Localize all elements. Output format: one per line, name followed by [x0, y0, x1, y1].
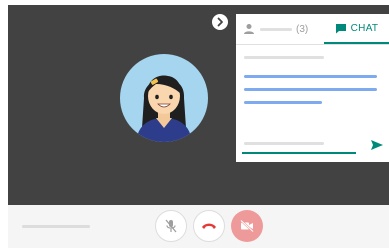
camera-toggle-button[interactable] — [231, 210, 263, 242]
message-sender-line — [244, 56, 324, 59]
chat-input-row — [236, 130, 389, 162]
chat-panel: (3) CHAT — [236, 14, 389, 162]
people-label-placeholder — [260, 28, 292, 31]
mic-off-icon — [165, 219, 177, 233]
chat-tab-label: CHAT — [350, 22, 379, 34]
send-icon[interactable] — [370, 139, 384, 151]
chat-input-placeholder — [244, 142, 324, 145]
people-count: (3) — [296, 24, 309, 35]
message-line — [244, 88, 377, 91]
tab-chat[interactable]: CHAT — [324, 14, 389, 44]
woman-avatar-icon — [136, 75, 192, 142]
message-line — [244, 101, 322, 104]
message-line — [244, 75, 377, 78]
phone-hangup-icon — [202, 223, 216, 229]
panel-tabs: (3) CHAT — [236, 14, 389, 45]
tab-people[interactable]: (3) — [236, 14, 322, 44]
chevron-right-icon — [217, 17, 223, 27]
chat-input-field[interactable] — [242, 152, 356, 154]
chat-bubble-icon — [335, 23, 346, 33]
hang-up-button[interactable] — [193, 210, 225, 242]
person-icon — [244, 24, 254, 34]
collapse-panel-button[interactable] — [212, 14, 228, 30]
call-controls-bar — [8, 205, 389, 248]
meeting-name-placeholder — [22, 225, 90, 228]
participant-avatar — [120, 54, 208, 142]
videocam-off-icon — [240, 219, 254, 233]
mute-microphone-button[interactable] — [155, 210, 187, 242]
